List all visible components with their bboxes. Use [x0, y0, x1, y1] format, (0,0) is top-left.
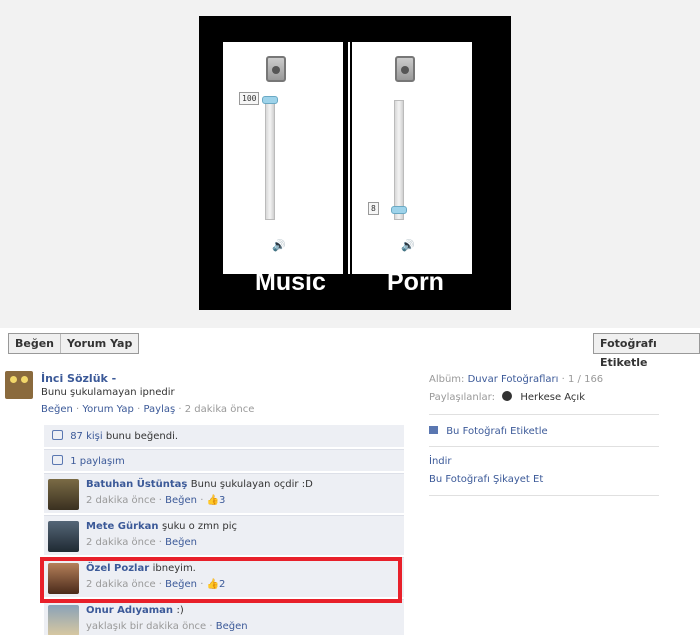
post-comment-link[interactable]: Yorum Yap: [82, 404, 133, 415]
album-label: Albüm:: [429, 374, 465, 385]
speaker-icon: [395, 56, 415, 82]
divider: [429, 446, 659, 447]
divider: [429, 495, 659, 496]
album-count: · 1 / 166: [561, 374, 604, 385]
download-link[interactable]: İndir: [429, 456, 452, 467]
comment-time: yaklaşık bir dakika önce: [86, 621, 207, 632]
comment-author[interactable]: Batuhan Üstüntaş: [86, 479, 187, 490]
comment-button[interactable]: Yorum Yap: [60, 334, 138, 353]
avatar[interactable]: [48, 521, 79, 552]
comment-time: 2 dakika önce: [86, 495, 156, 506]
likes-suffix: bunu beğendi.: [105, 431, 179, 442]
panel-divider: [348, 42, 350, 274]
comment-time: 2 dakika önce: [86, 537, 156, 548]
like-button[interactable]: Beğen: [9, 334, 60, 353]
post-share-link[interactable]: Paylaş: [143, 404, 175, 415]
comment-like-count[interactable]: 👍3: [207, 495, 226, 506]
volume-speaker-icon: 🔊: [401, 239, 415, 252]
likes-summary: 87 kişi bunu beğendi.: [44, 425, 404, 447]
porn-volume-panel: 8 🔊: [352, 42, 472, 274]
globe-icon: [502, 391, 513, 401]
post-time: 2 dakika önce: [184, 404, 255, 415]
tag-link-row: Bu Fotoğrafı Etiketle: [429, 426, 548, 437]
porn-label: Porn: [387, 268, 444, 296]
divider: [429, 414, 659, 415]
volume-speaker-icon: 🔊: [272, 239, 286, 252]
sharers-value: Herkese Açık: [520, 392, 586, 403]
post-text: Bunu şukulamayan ipnedir: [41, 387, 175, 398]
volume-value: 100: [239, 92, 260, 105]
comment-like-link[interactable]: Beğen: [165, 537, 197, 548]
avatar[interactable]: [48, 605, 79, 635]
highlight-box: [40, 557, 402, 603]
report-link[interactable]: Bu Fotoğrafı Şikayet Et: [429, 474, 543, 485]
thumbs-up-icon: [52, 430, 63, 440]
volume-track: [265, 100, 275, 220]
photo-action-buttons: Beğen Yorum Yap: [8, 333, 140, 354]
likes-count-link[interactable]: 87 kişi: [70, 431, 102, 442]
comment-text: şuku o zmn piç: [162, 521, 238, 532]
speaker-icon: [266, 56, 286, 82]
sharers-info: Paylaşılanlar: Herkese Açık: [429, 391, 585, 403]
avatar[interactable]: [48, 479, 79, 510]
meme-image: 100 🔊 8 🔊 Music Porn: [199, 16, 511, 310]
comment-item: Mete Gürkan şuku o zmn piç 2 dakika önce…: [44, 515, 404, 555]
comment-author[interactable]: Mete Gürkan: [86, 521, 159, 532]
comment-like-link[interactable]: Beğen: [216, 621, 248, 632]
photo-viewer: 100 🔊 8 🔊 Music Porn: [0, 0, 700, 328]
tag-photo-button[interactable]: Fotoğrafı Etiketle: [593, 333, 700, 369]
comment-text: :): [176, 605, 184, 616]
comment-like-link[interactable]: Beğen: [165, 495, 197, 506]
sharers-label: Paylaşılanlar:: [429, 392, 495, 403]
volume-value: 8: [368, 202, 379, 216]
volume-thumb: [262, 96, 278, 104]
comment-author[interactable]: Onur Adıyaman: [86, 605, 173, 616]
avatar[interactable]: [5, 371, 33, 399]
music-label: Music: [255, 268, 326, 296]
comment-item: Onur Adıyaman :) yaklaşık bir dakika önc…: [44, 599, 404, 635]
volume-track: [394, 100, 404, 220]
music-volume-panel: 100 🔊: [223, 42, 343, 274]
tag-icon: [429, 426, 438, 434]
shares-link[interactable]: 1 paylaşım: [70, 456, 125, 467]
share-icon: [52, 455, 63, 465]
album-info: Albüm: Duvar Fotoğrafları · 1 / 166: [429, 374, 603, 385]
volume-thumb: [391, 206, 407, 215]
post-author[interactable]: İnci Sözlük -: [41, 372, 116, 385]
album-link[interactable]: Duvar Fotoğrafları: [468, 374, 559, 385]
tag-photo-link[interactable]: Bu Fotoğrafı Etiketle: [446, 426, 547, 437]
shares-summary: 1 paylaşım: [44, 449, 404, 471]
post-like-link[interactable]: Beğen: [41, 404, 73, 415]
post-meta: Beğen · Yorum Yap · Paylaş · 2 dakika ön…: [41, 404, 255, 415]
comment-item: Batuhan Üstüntaş Bunu şukulayan oçdir :D…: [44, 473, 404, 513]
comment-text: Bunu şukulayan oçdir :D: [190, 479, 313, 490]
